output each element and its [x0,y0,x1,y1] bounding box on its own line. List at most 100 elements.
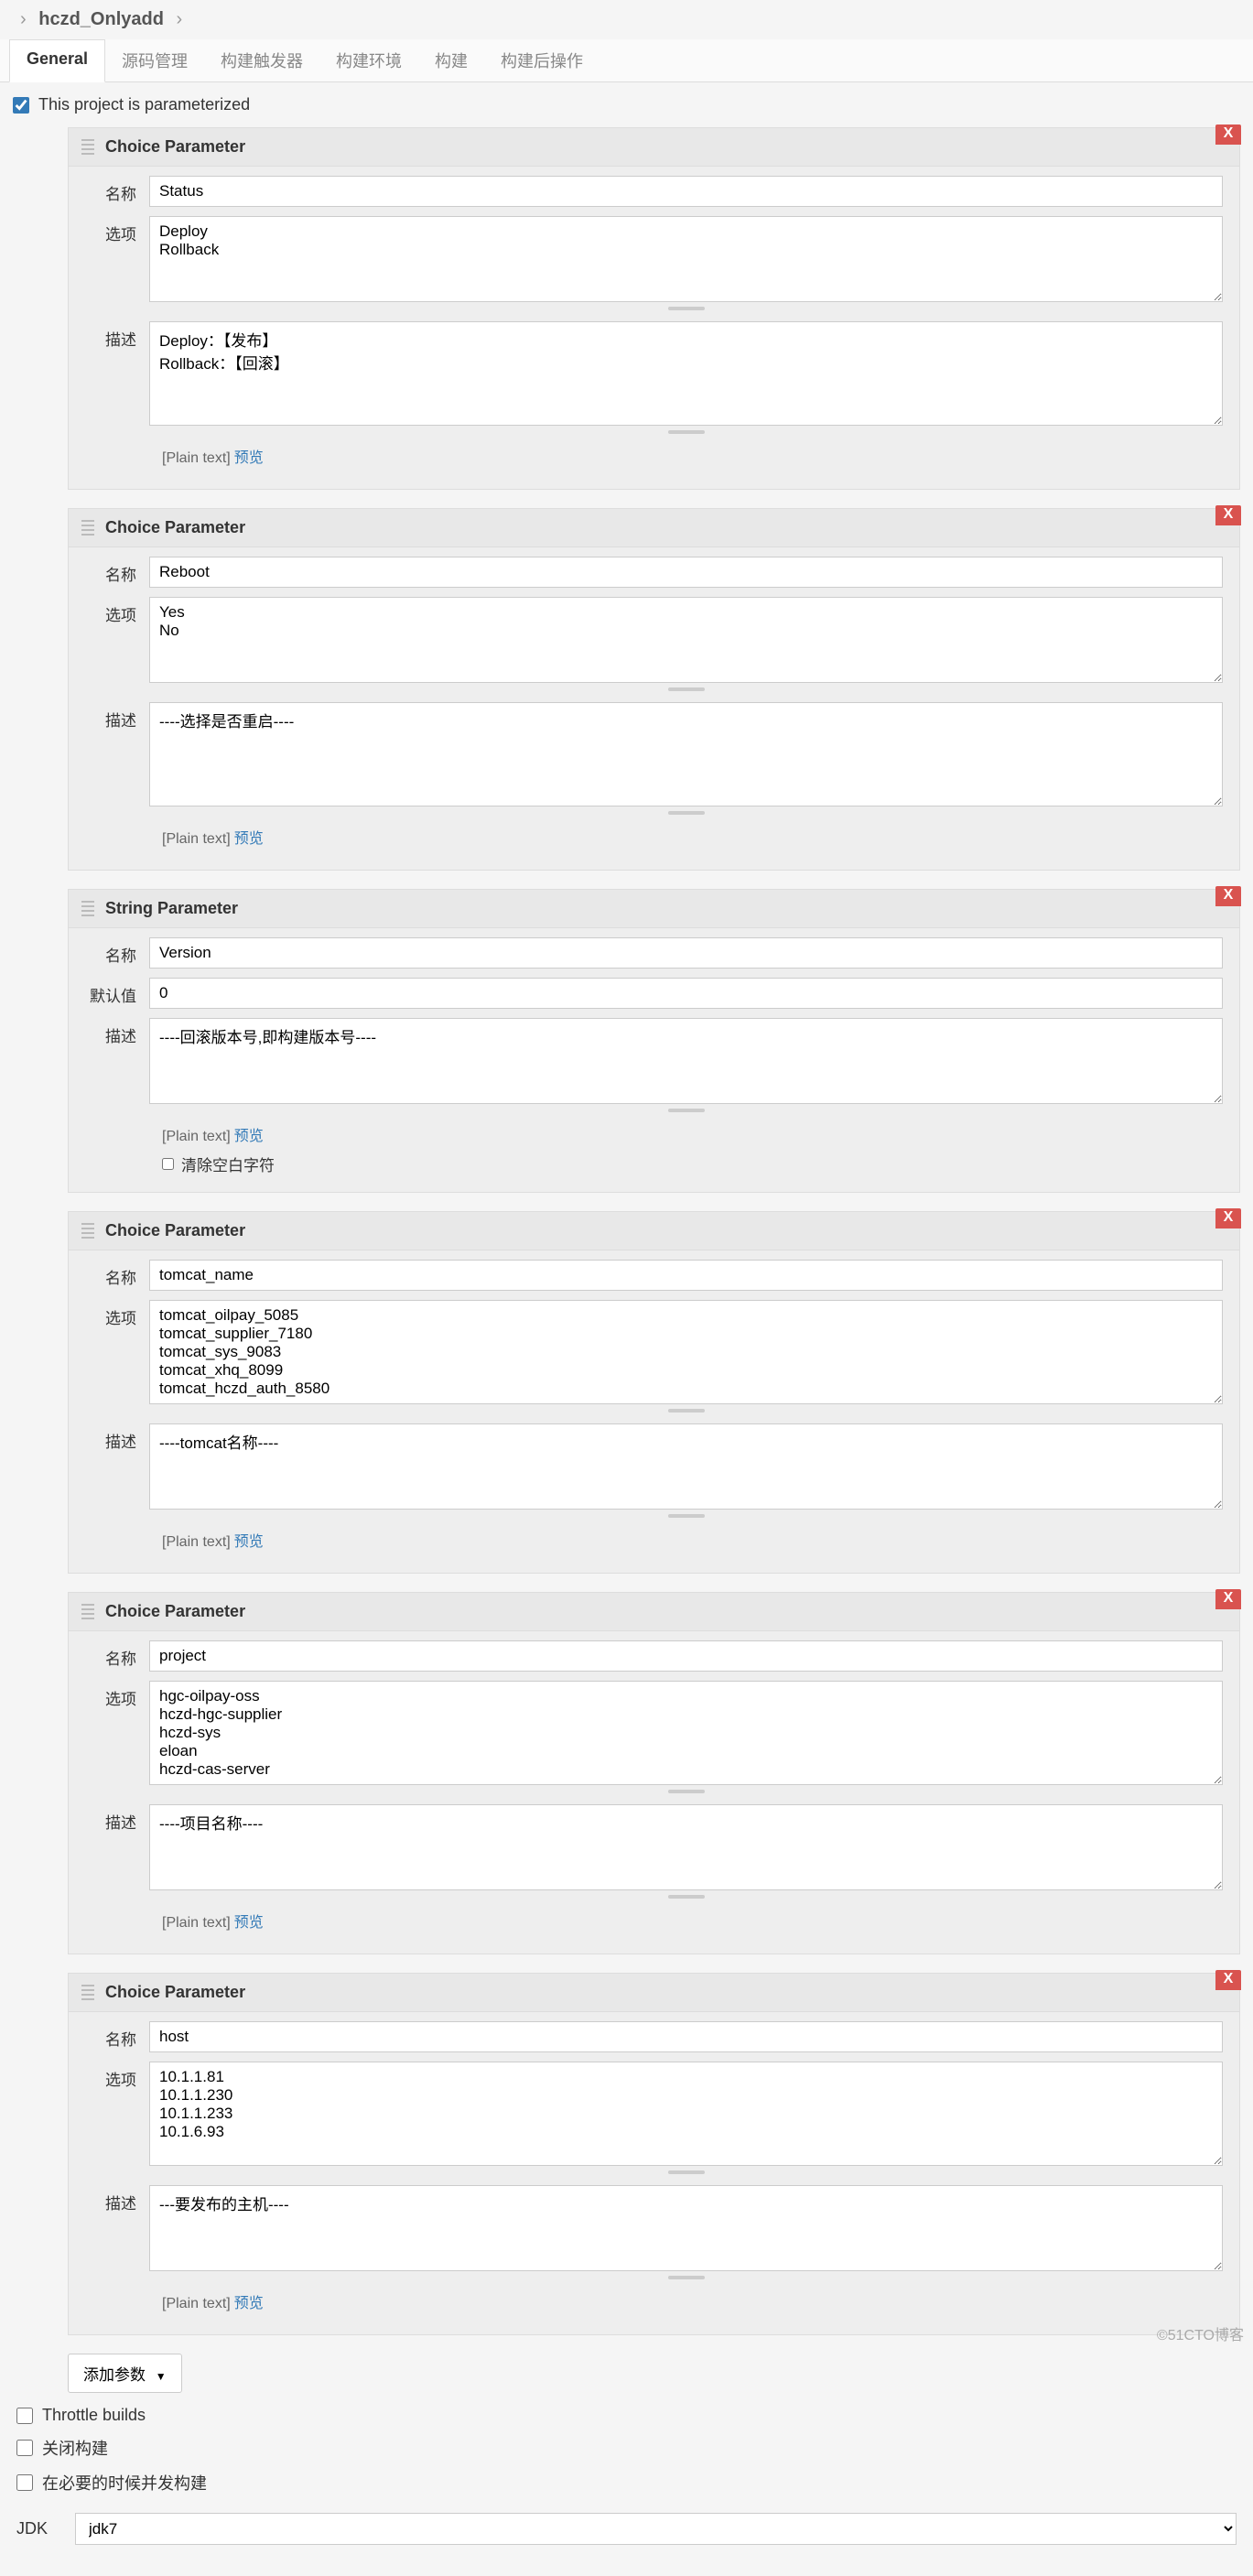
delete-button[interactable]: X [1215,1970,1241,1990]
form-row: 名称 [85,557,1223,588]
name-input[interactable] [149,1260,1223,1291]
name-input[interactable] [149,1640,1223,1672]
description-textarea[interactable] [149,702,1223,806]
form-input-wrapper [149,1640,1223,1672]
resize-handle[interactable] [149,428,1223,436]
form-input-wrapper [149,2062,1223,2176]
bottom-check-label-0: Throttle builds [42,2406,146,2425]
tab-4[interactable]: 构建 [418,39,484,81]
add-param-button[interactable]: 添加参数 ▼ [68,2354,182,2393]
tab-1[interactable]: 源码管理 [105,39,204,81]
preview-link[interactable]: 预览 [234,450,264,466]
tab-5[interactable]: 构建后操作 [484,39,599,81]
tab-2[interactable]: 构建触发器 [204,39,319,81]
choices-textarea[interactable] [149,1300,1223,1404]
drag-handle-icon[interactable] [81,901,94,917]
drag-handle-icon[interactable] [81,520,94,536]
form-input-wrapper [149,1260,1223,1291]
resize-handle[interactable] [149,2169,1223,2176]
form-label: 选项 [85,1300,149,1328]
description-textarea[interactable] [149,1018,1223,1104]
choices-textarea[interactable] [149,1681,1223,1785]
description-textarea[interactable] [149,321,1223,426]
tab-3[interactable]: 构建环境 [319,39,418,81]
jdk-row: JDK jdk7 [13,2506,1240,2563]
param-header: Choice Parameter [69,1593,1239,1631]
plaintext-label: [Plain text] [162,831,231,847]
form-label: 选项 [85,2062,149,2090]
parameterized-checkbox[interactable] [13,97,29,114]
name-input[interactable] [149,176,1223,207]
delete-button[interactable]: X [1215,124,1241,145]
form-row: 名称 [85,1260,1223,1291]
tab-0[interactable]: General [9,39,105,82]
preview-row: [Plain text]预览 [162,1123,1223,1145]
trim-checkbox[interactable] [162,1158,174,1170]
breadcrumb-sep: › [20,9,27,29]
delete-button[interactable]: X [1215,1208,1241,1228]
resize-handle[interactable] [149,1407,1223,1414]
bottom-check-label-2: 在必要的时候并发构建 [42,2471,207,2495]
form-label: 选项 [85,1681,149,1709]
param-type-label: Choice Parameter [105,1983,245,2002]
form-input-wrapper [149,321,1223,436]
bottom-check-row-1: 关闭构建 [16,2436,1237,2460]
name-input[interactable] [149,557,1223,588]
choices-textarea[interactable] [149,597,1223,683]
resize-handle[interactable] [149,809,1223,817]
preview-row: [Plain text]预览 [162,826,1223,848]
breadcrumb-sep: › [177,9,183,29]
preview-row: [Plain text]预览 [162,445,1223,467]
form-row: 选项 [85,216,1223,312]
delete-button[interactable]: X [1215,886,1241,906]
description-textarea[interactable] [149,1804,1223,1890]
plaintext-label: [Plain text] [162,1534,231,1550]
default-input[interactable] [149,978,1223,1009]
general-content: This project is parameterized XChoice Pa… [0,82,1253,2576]
plaintext-label: [Plain text] [162,450,231,466]
name-input[interactable] [149,2021,1223,2052]
resize-handle[interactable] [149,305,1223,312]
resize-handle[interactable] [149,2274,1223,2281]
choices-textarea[interactable] [149,216,1223,302]
drag-handle-icon[interactable] [81,1604,94,1620]
resize-handle[interactable] [149,1512,1223,1520]
preview-link[interactable]: 预览 [234,1129,264,1144]
bottom-checkbox-1[interactable] [16,2440,33,2456]
resize-handle[interactable] [149,1788,1223,1795]
description-textarea[interactable] [149,1423,1223,1510]
preview-link[interactable]: 预览 [234,831,264,847]
drag-handle-icon[interactable] [81,1985,94,2001]
form-input-wrapper [149,1300,1223,1414]
bottom-check-label-1: 关闭构建 [42,2436,108,2460]
bottom-checkbox-0[interactable] [16,2408,33,2424]
delete-button[interactable]: X [1215,1589,1241,1609]
parameterized-label: This project is parameterized [38,95,250,114]
form-label: 选项 [85,597,149,625]
jdk-label: JDK [16,2519,48,2538]
form-row: 名称 [85,1640,1223,1672]
resize-handle[interactable] [149,686,1223,693]
preview-link[interactable]: 预览 [234,1915,264,1931]
preview-link[interactable]: 预览 [234,1534,264,1550]
delete-button[interactable]: X [1215,505,1241,525]
breadcrumb-name[interactable]: hczd_Onlyadd [38,9,164,29]
form-label: 描述 [85,702,149,731]
param-header: Choice Parameter [69,509,1239,547]
param-body: 名称选项描述[Plain text]预览 [69,1631,1239,1954]
preview-row: [Plain text]预览 [162,1910,1223,1932]
description-textarea[interactable] [149,2185,1223,2271]
drag-handle-icon[interactable] [81,1223,94,1239]
param-type-label: Choice Parameter [105,1221,245,1240]
choices-textarea[interactable] [149,2062,1223,2166]
jdk-select[interactable]: jdk7 [75,2513,1237,2545]
name-input[interactable] [149,937,1223,969]
bottom-checkbox-2[interactable] [16,2474,33,2491]
preview-row: [Plain text]预览 [162,2290,1223,2312]
resize-handle[interactable] [149,1107,1223,1114]
preview-link[interactable]: 预览 [234,2296,264,2311]
resize-handle[interactable] [149,1893,1223,1900]
drag-handle-icon[interactable] [81,139,94,156]
param-header: Choice Parameter [69,1212,1239,1250]
breadcrumb: › hczd_Onlyadd › [0,0,1253,39]
